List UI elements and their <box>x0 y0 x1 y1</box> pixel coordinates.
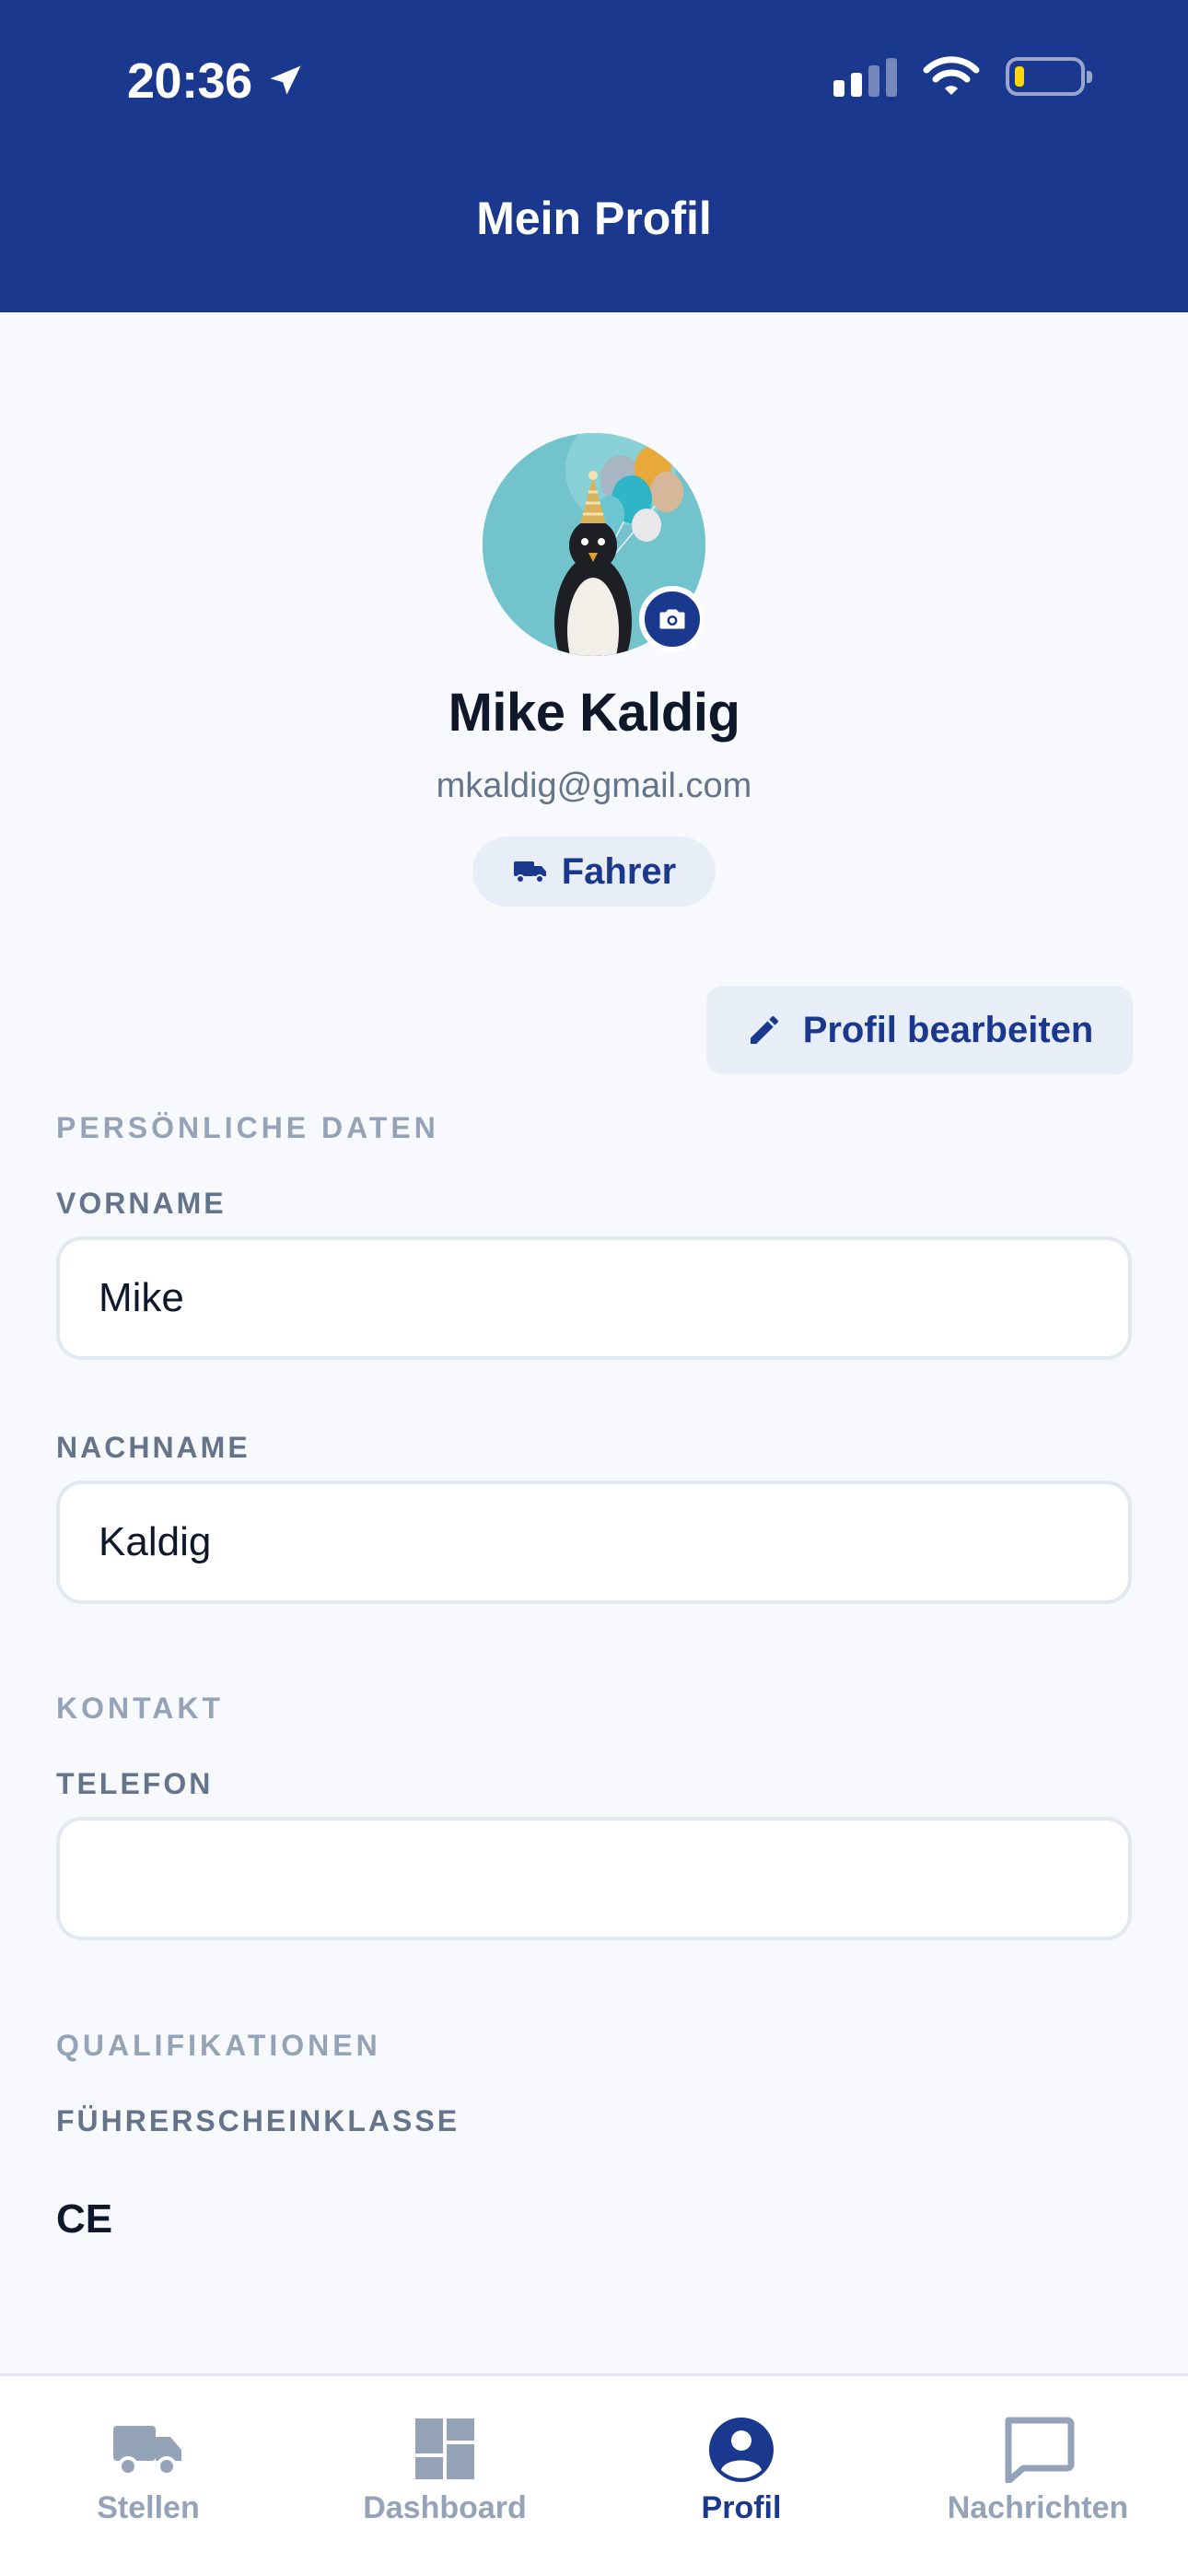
status-bar-time: 20:36 <box>127 46 306 116</box>
edit-profile-label: Profil bearbeiten <box>802 1009 1094 1050</box>
change-photo-button[interactable] <box>639 586 705 652</box>
user-name: Mike Kaldig <box>448 683 740 743</box>
battery-icon <box>1006 57 1092 96</box>
dashboard-icon <box>415 2418 474 2479</box>
section-personal-data: PERSÖNLICHE DATEN <box>56 1111 439 1144</box>
first-name-label: VORNAME <box>56 1187 227 1220</box>
tab-dashboard[interactable]: Dashboard <box>297 2376 593 2560</box>
license-class-label: FÜHRERSCHEINKLASSE <box>56 2104 460 2137</box>
last-name-label: NACHNAME <box>56 1431 250 1464</box>
tab-stellen[interactable]: Stellen <box>0 2376 297 2560</box>
section-contact: KONTAKT <box>56 1692 225 1725</box>
tab-profil[interactable]: Profil <box>593 2376 890 2560</box>
role-badge: Fahrer <box>472 837 716 907</box>
section-qualifications: QUALIFIKATIONEN <box>56 2029 381 2062</box>
tab-stellen-label: Stellen <box>97 2490 200 2525</box>
battery-level <box>1015 66 1024 87</box>
phone-label: TELEFON <box>56 1767 214 1800</box>
user-email: mkaldig@gmail.com <box>436 767 752 805</box>
avatar-container <box>483 433 705 656</box>
truck-icon <box>113 2426 181 2476</box>
role-label: Fahrer <box>561 850 677 892</box>
page-title: Mein Profil <box>476 193 712 244</box>
first-name-field[interactable] <box>56 1236 1132 1360</box>
tab-profil-label: Profil <box>701 2490 782 2525</box>
license-class-value: CE <box>56 2196 113 2242</box>
location-arrow-icon <box>270 65 301 95</box>
bottom-tab-bar: Stellen Dashboard Profil Nachrichten <box>0 2373 1188 2576</box>
pencil-icon <box>750 1015 778 1044</box>
tab-nachrichten-label: Nachrichten <box>947 2490 1129 2525</box>
time-label: 20:36 <box>127 53 252 109</box>
person-icon <box>709 2418 774 2482</box>
signal-icon <box>833 56 897 97</box>
camera-icon <box>659 609 685 629</box>
app-header: 20:36 Mein Profil <box>0 0 1188 312</box>
tab-nachrichten[interactable]: Nachrichten <box>890 2376 1186 2560</box>
status-bar-indicators <box>833 55 1092 98</box>
wifi-icon <box>923 55 980 98</box>
phone-field[interactable] <box>56 1817 1132 1940</box>
edit-profile-button[interactable]: Profil bearbeiten <box>706 986 1133 1074</box>
tab-dashboard-label: Dashboard <box>363 2490 527 2525</box>
last-name-field[interactable] <box>56 1481 1132 1604</box>
chat-icon <box>1005 2417 1075 2483</box>
truck-icon <box>513 861 546 884</box>
